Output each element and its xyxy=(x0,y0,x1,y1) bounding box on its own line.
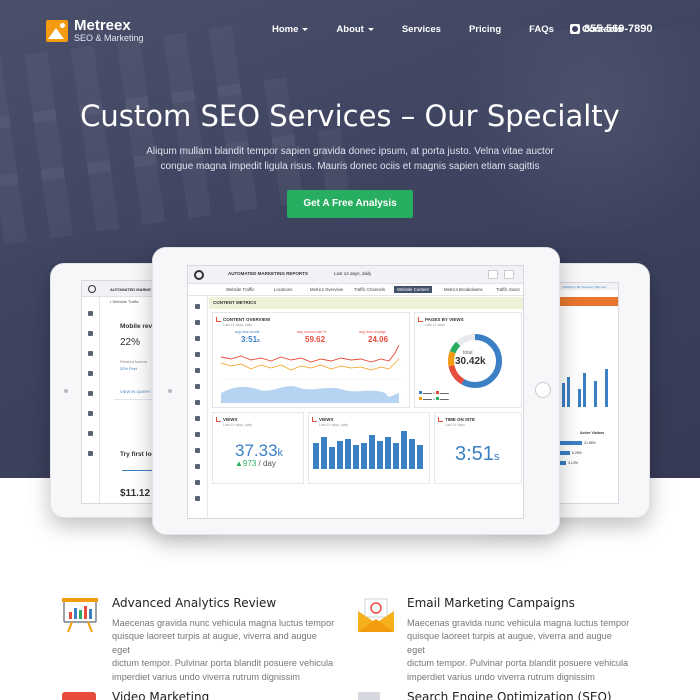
menu-item-home[interactable]: Home xyxy=(272,24,309,35)
content-overview-chart xyxy=(220,344,403,403)
analytics-board-icon xyxy=(62,598,98,633)
brand-name: Metreex xyxy=(74,17,131,34)
feature-title: Advanced Analytics Review xyxy=(112,596,277,610)
email-envelope-icon xyxy=(358,598,394,632)
feature-description: Maecenas gravida nunc vehicula magna luc… xyxy=(407,618,630,682)
chevron-down-icon xyxy=(302,28,309,31)
toolbar-button[interactable] xyxy=(488,270,498,279)
views-card: VIEWS Last 14 days, daily 37.33k ▲973 / … xyxy=(212,412,304,484)
dashboard-topbar: AUTOMATED MARKETING REPORTS Last 14 days… xyxy=(188,266,523,284)
feature-title: Video Marketing xyxy=(112,690,210,700)
phone-icon xyxy=(570,24,580,34)
nav-icon xyxy=(88,331,93,336)
left-link[interactable]: VIEW IN QUERY E xyxy=(120,389,154,394)
hero-title: Custom SEO Services – Our Specialty xyxy=(80,99,620,133)
menu-item-about[interactable]: About xyxy=(336,24,374,35)
left-price: $11.12 xyxy=(120,488,151,499)
nav-icon xyxy=(88,351,93,356)
nav-icon[interactable] xyxy=(195,416,200,421)
menu-item-services[interactable]: Services xyxy=(402,24,441,35)
nav-icon[interactable] xyxy=(195,352,200,357)
tab-metrics-overview[interactable]: Metrics Overview xyxy=(310,287,343,292)
camera-dot xyxy=(168,389,172,393)
trend-icon xyxy=(438,417,443,422)
analytics-dashboard: AUTOMATED MARKETING REPORTS Last 14 days… xyxy=(187,265,524,519)
menu-item-pricing[interactable]: Pricing xyxy=(469,24,501,35)
dashboard-logo-icon xyxy=(88,285,96,293)
feature-title: Search Engine Optimization (SEO) xyxy=(407,690,612,700)
nav-icon xyxy=(88,451,93,456)
feature-title: Email Marketing Campaigns xyxy=(407,596,575,610)
right-tablet-screen: | Settings | My Account | Sign out Activ… xyxy=(559,282,619,504)
camera-dot xyxy=(64,389,68,393)
nav-icon[interactable] xyxy=(195,464,200,469)
hero-subtitle: Aliqum mullam blandit tempor sapien grav… xyxy=(146,146,554,172)
views-value: 37.33k xyxy=(235,441,284,460)
tab-traffic-sources[interactable]: Traffic Sourc xyxy=(496,287,520,292)
phone-number: 855-569-7890 xyxy=(584,23,653,35)
views-bar-card: VIEWS Last 14 days, daily xyxy=(308,412,430,484)
nav-icon[interactable] xyxy=(195,496,200,501)
logo-icon xyxy=(46,20,68,42)
views-bar-chart xyxy=(313,431,423,469)
content-metrics-header: CONTENT METRICS xyxy=(209,297,523,309)
left-pct: 22% xyxy=(120,337,141,348)
nav-icon[interactable] xyxy=(195,368,200,373)
nav-icon[interactable] xyxy=(195,336,200,341)
get-free-analysis-button[interactable]: Get A Free Analysis xyxy=(287,190,413,218)
pages-total: 30.42k xyxy=(455,356,486,367)
nav-icon xyxy=(88,371,93,376)
trend-icon xyxy=(216,417,221,422)
chevron-down-icon xyxy=(367,28,374,31)
nav-icon[interactable] xyxy=(195,384,200,389)
right-bar-chart xyxy=(560,363,618,407)
phone-link[interactable]: 855-569-7890 xyxy=(570,23,653,35)
tab-traffic-channels[interactable]: Traffic Channels xyxy=(354,287,385,292)
pages-by-views-card: PAGES BY VIEWS Last 14 days total 30.42k… xyxy=(414,312,522,408)
report-title: AUTOMATED MARKETING REPORTS xyxy=(228,271,308,276)
top-navigation: Metreex SEO & Marketing Home About Servi… xyxy=(0,0,700,60)
dashboard-sidebar xyxy=(188,296,208,518)
menu-item-faqs[interactable]: FAQs xyxy=(529,24,554,35)
nav-icon xyxy=(88,411,93,416)
right-header: Active Visitors xyxy=(580,431,605,435)
nav-icon xyxy=(88,311,93,316)
toolbar-button[interactable] xyxy=(504,270,514,279)
home-button xyxy=(535,382,551,398)
feature-description: Maecenas gravida nunc vehicula magna luc… xyxy=(112,618,335,682)
landing-page: ▌▌▌▌▌▌▌▌▌▌▌▌▌▌▌▌▌▌▌▌▌ Metreex SEO & Mark… xyxy=(0,0,700,700)
tab-metrics-breakdowns[interactable]: Metrics Breakdowns xyxy=(444,287,483,292)
content-overview-card: CONTENT OVERVIEW Last 14 days, daily avg… xyxy=(212,312,410,408)
nav-icon[interactable] xyxy=(195,448,200,453)
brand-tagline: SEO & Marketing xyxy=(74,33,144,43)
date-range-select[interactable]: Last 14 days, daily xyxy=(334,271,371,276)
nav-icon xyxy=(88,431,93,436)
nav-icon[interactable] xyxy=(195,400,200,405)
video-icon xyxy=(62,692,96,700)
tab-website-content[interactable]: Website Content xyxy=(394,286,432,293)
tab-locations[interactable]: Locations xyxy=(274,287,292,292)
nav-icon[interactable] xyxy=(195,432,200,437)
time-on-site-value: 3:51s xyxy=(455,443,500,465)
dashboard-tabs: Website Traffic Locations Metrics Overvi… xyxy=(188,284,523,296)
tab-website-traffic[interactable]: Website Traffic xyxy=(226,287,254,292)
nav-icon[interactable] xyxy=(195,480,200,485)
brand-logo[interactable]: Metreex SEO & Marketing xyxy=(46,18,144,44)
tablet-main: AUTOMATED MARKETING REPORTS Last 14 days… xyxy=(152,247,560,535)
nav-icon[interactable] xyxy=(195,304,200,309)
dashboard-logo-icon xyxy=(194,270,204,280)
time-on-site-card: TIME ON SITE Last 14 days 3:51s xyxy=(434,412,522,484)
nav-icon xyxy=(88,391,93,396)
seo-document-icon xyxy=(358,692,380,700)
left-screen-sidebar xyxy=(82,297,100,503)
right-orange-bar xyxy=(560,297,618,306)
nav-icon[interactable] xyxy=(195,320,200,325)
